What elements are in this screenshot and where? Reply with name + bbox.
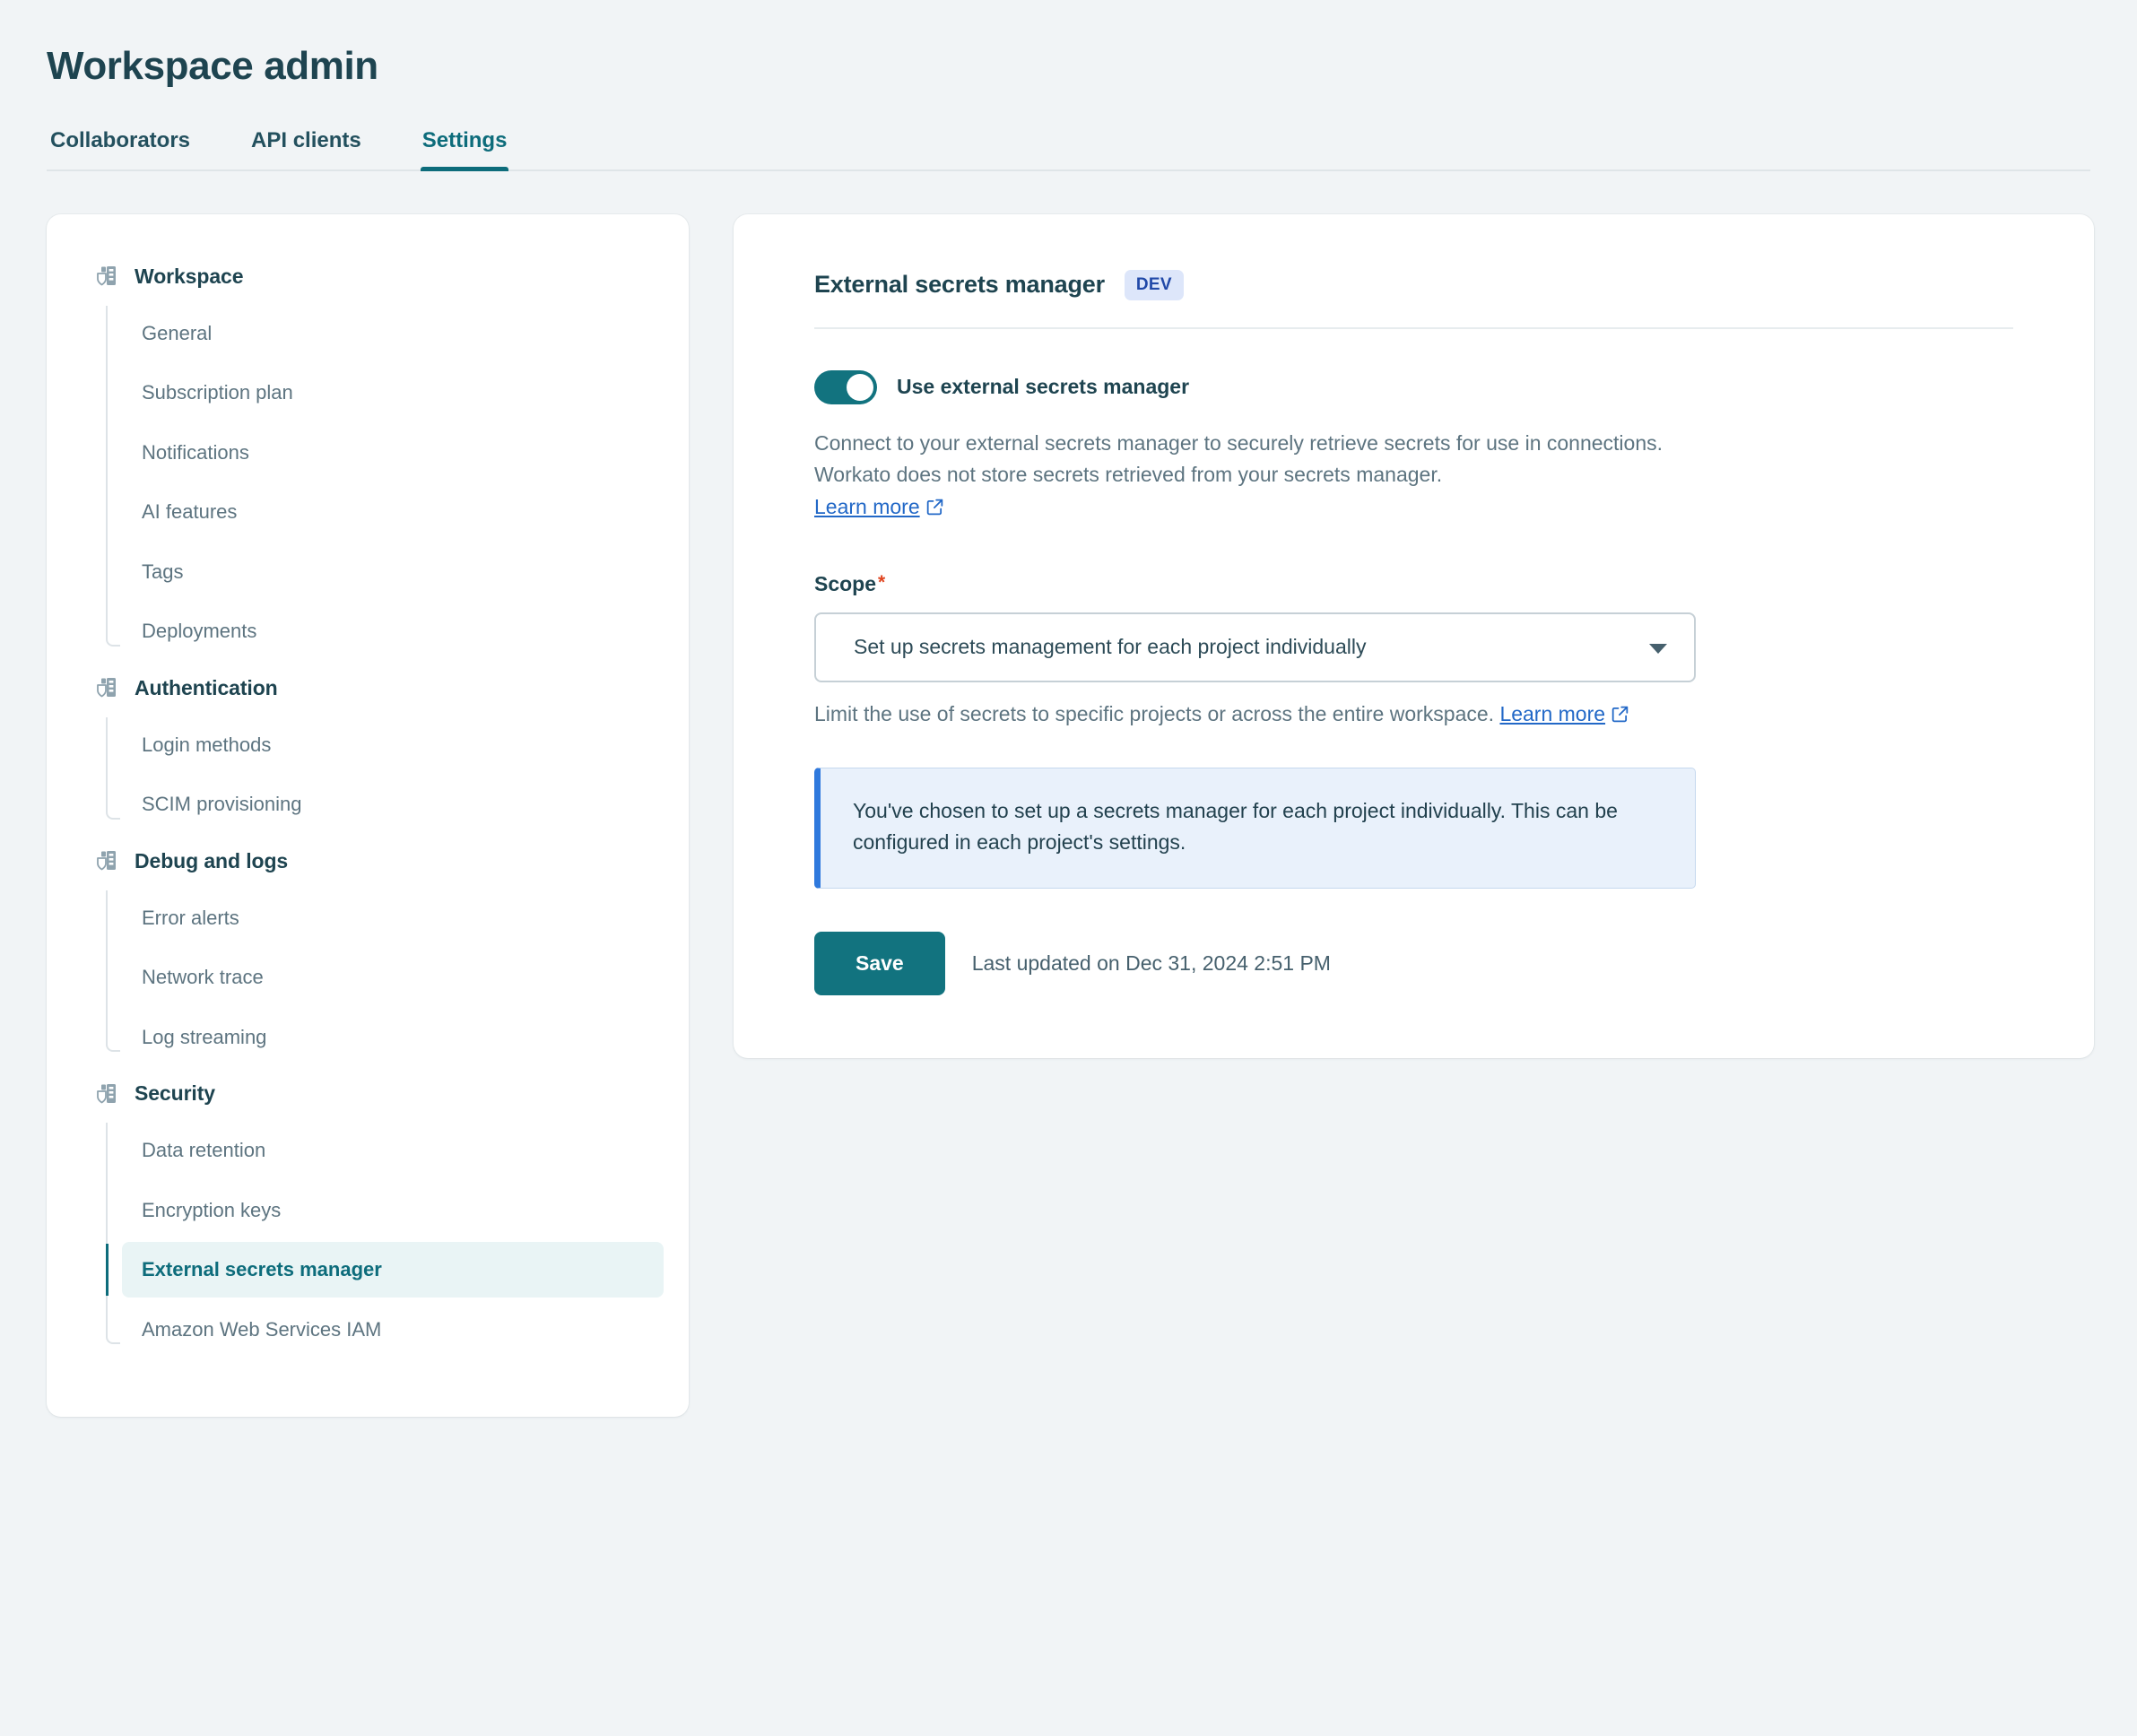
workspace-building-icon <box>95 265 118 288</box>
scope-info-callout-text: You've chosen to set up a secrets manage… <box>853 795 1659 859</box>
sidebar-item-tags[interactable]: Tags <box>122 544 664 600</box>
nav-group-header-security: Security <box>72 1069 664 1118</box>
scope-select-value: Set up secrets management for each proje… <box>854 635 1366 659</box>
nav-group-items: Data retention Encryption keys External … <box>72 1123 664 1357</box>
sidebar-item-network-trace[interactable]: Network trace <box>122 950 664 1005</box>
sidebar-item-data-retention[interactable]: Data retention <box>122 1123 664 1178</box>
sidebar-item-scim-provisioning[interactable]: SCIM provisioning <box>122 777 664 832</box>
sidebar-item-amazon-web-services-iam[interactable]: Amazon Web Services IAM <box>122 1302 664 1358</box>
nav-group-items: Login methods SCIM provisioning <box>72 717 664 832</box>
nav-group-items: Error alerts Network trace Log streaming <box>72 890 664 1065</box>
nav-group-header-authentication: Authentication <box>72 664 664 713</box>
workspace-building-icon <box>95 1082 118 1106</box>
scope-field-label: Scope* <box>814 572 2013 596</box>
sidebar-item-external-secrets-manager[interactable]: External secrets manager <box>122 1242 664 1298</box>
sidebar-item-general[interactable]: General <box>122 306 664 361</box>
external-secrets-manager-panel: External secrets manager DEV Use externa… <box>734 214 2094 1058</box>
panel-actions: Save Last updated on Dec 31, 2024 2:51 P… <box>814 932 2013 995</box>
settings-sidebar: Workspace General Subscription plan Noti… <box>47 214 689 1418</box>
tab-api-clients[interactable]: API clients <box>249 128 363 169</box>
scope-select[interactable]: Set up secrets management for each proje… <box>814 612 1696 682</box>
last-updated-text: Last updated on Dec 31, 2024 2:51 PM <box>972 951 1331 976</box>
chevron-down-icon <box>1649 644 1667 654</box>
panel-description: Connect to your external secrets manager… <box>814 428 1675 524</box>
nav-group-debug-and-logs: Debug and logs Error alerts Network trac… <box>72 837 664 1065</box>
nav-group-security: Security Data retention Encryption keys … <box>72 1069 664 1357</box>
sidebar-item-ai-features[interactable]: AI features <box>122 484 664 540</box>
sidebar-item-login-methods[interactable]: Login methods <box>122 717 664 773</box>
tab-settings[interactable]: Settings <box>421 128 509 169</box>
scope-label-text: Scope <box>814 572 876 595</box>
scope-help-text: Limit the use of secrets to specific pro… <box>814 702 2013 726</box>
nav-group-header-workspace: Workspace <box>72 252 664 301</box>
sidebar-item-error-alerts[interactable]: Error alerts <box>122 890 664 946</box>
scope-help-prefix: Limit the use of secrets to specific pro… <box>814 702 1494 725</box>
save-button[interactable]: Save <box>814 932 945 995</box>
use-external-secrets-manager-row: Use external secrets manager <box>814 370 2013 404</box>
nav-group-title: Authentication <box>135 676 278 700</box>
use-external-secrets-manager-toggle[interactable] <box>814 370 877 404</box>
panel-header: External secrets manager DEV <box>814 270 2013 329</box>
sidebar-item-deployments[interactable]: Deployments <box>122 603 664 659</box>
panel-title: External secrets manager <box>814 271 1105 299</box>
nav-group-items: General Subscription plan Notifications … <box>72 306 664 659</box>
sidebar-item-log-streaming[interactable]: Log streaming <box>122 1010 664 1065</box>
panel-description-text: Connect to your external secrets manager… <box>814 431 1663 487</box>
status-badge-dev: DEV <box>1125 270 1184 300</box>
sidebar-item-encryption-keys[interactable]: Encryption keys <box>122 1183 664 1238</box>
primary-tabbar: Collaborators API clients Settings <box>47 128 2090 171</box>
nav-group-title: Debug and logs <box>135 849 288 873</box>
toggle-knob <box>847 374 873 401</box>
nav-group-title: Workspace <box>135 265 243 289</box>
workspace-building-icon <box>95 849 118 872</box>
tab-collaborators[interactable]: Collaborators <box>48 128 192 169</box>
page-root: Workspace admin Collaborators API client… <box>0 0 2137 1736</box>
page-title: Workspace admin <box>47 0 2090 91</box>
sidebar-item-subscription-plan[interactable]: Subscription plan <box>122 365 664 421</box>
scope-info-callout: You've chosen to set up a secrets manage… <box>814 768 1696 889</box>
sidebar-item-notifications[interactable]: Notifications <box>122 425 664 481</box>
nav-group-workspace: Workspace General Subscription plan Noti… <box>72 252 664 659</box>
workspace-building-icon <box>95 676 118 699</box>
external-link-icon <box>1611 706 1629 723</box>
toggle-label: Use external secrets manager <box>897 375 1189 399</box>
content-area: Workspace General Subscription plan Noti… <box>47 214 2090 1418</box>
external-link-icon <box>926 499 943 516</box>
nav-group-header-debug-and-logs: Debug and logs <box>72 837 664 886</box>
required-marker: * <box>878 572 885 593</box>
nav-group-title: Security <box>135 1081 215 1106</box>
nav-group-authentication: Authentication Login methods SCIM provis… <box>72 664 664 832</box>
scope-learn-more-link[interactable]: Learn more <box>1499 702 1605 725</box>
description-learn-more-link[interactable]: Learn more <box>814 495 920 518</box>
